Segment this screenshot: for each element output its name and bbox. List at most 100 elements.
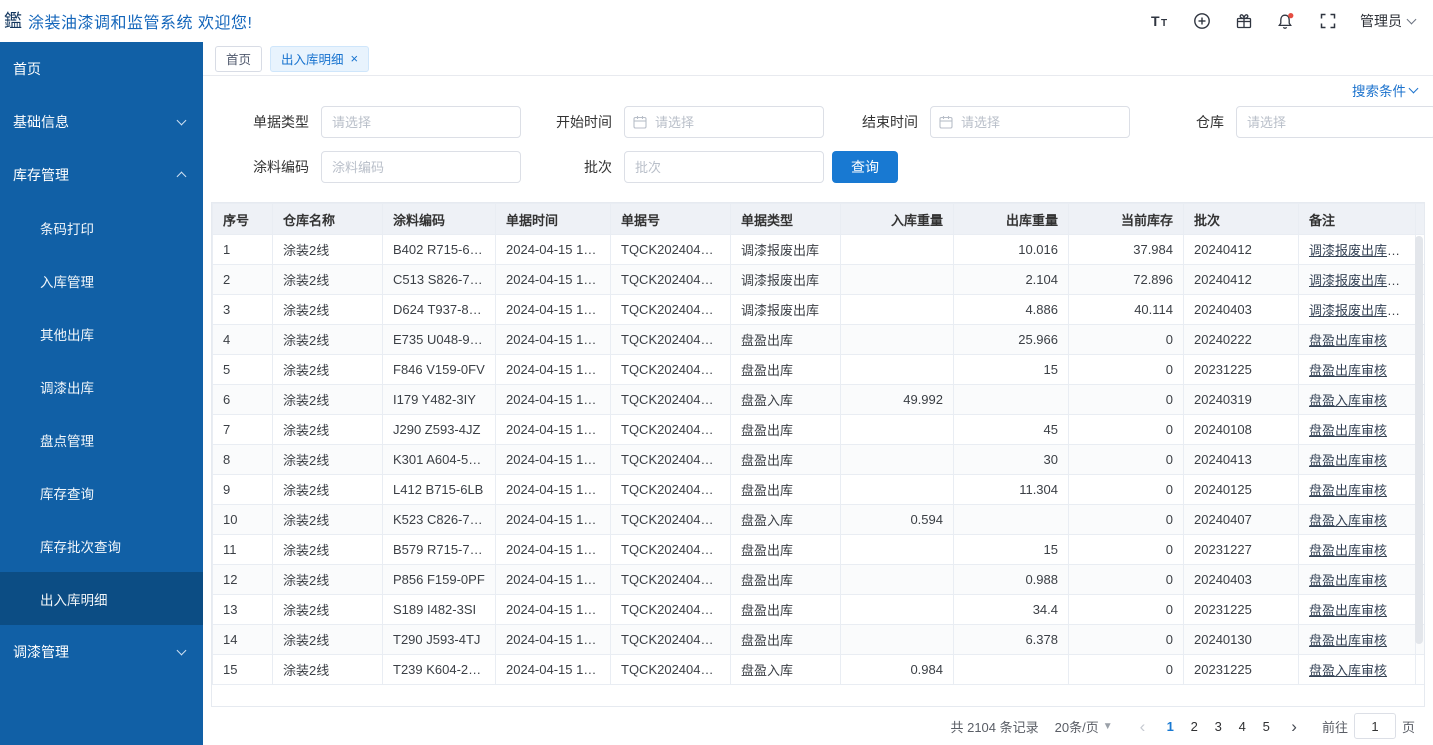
chevron-down-icon — [177, 115, 187, 125]
table-row: 12涂装2线P856 F159-0PF2024-04-15 14:...TQCK… — [213, 565, 1426, 595]
cell: 4.886 — [954, 295, 1069, 325]
cell: 10.016 — [954, 235, 1069, 265]
remark-link[interactable]: 盘盈入库审核 — [1309, 393, 1387, 408]
gift-icon[interactable] — [1234, 11, 1254, 31]
sidebar-item-调漆管理[interactable]: 调漆管理 — [0, 625, 203, 678]
batch-input[interactable] — [624, 151, 824, 183]
cell: 9 — [213, 475, 273, 505]
chevron-down-icon — [177, 645, 187, 655]
page-size-select[interactable]: 20条/页 ▼ — [1055, 717, 1113, 736]
remark-link[interactable]: 盘盈出库审核 — [1309, 333, 1387, 348]
vertical-scrollbar[interactable] — [1415, 236, 1423, 644]
cell: TQCK2024041.... — [611, 355, 731, 385]
cell: 2024-04-15 14:... — [496, 445, 611, 475]
sidebar-subitem-调漆出库[interactable]: 调漆出库 — [0, 360, 203, 413]
table-row: 11涂装2线B579 R715-7AQ2024-04-15 14:...TQCK… — [213, 535, 1426, 565]
pagination-bar: 共 2104 条记录 20条/页 ▼ ‹ 12345 › 前往 页 — [211, 707, 1425, 745]
tab-首页[interactable]: 首页 — [215, 46, 262, 72]
plus-circle-icon[interactable] — [1192, 11, 1212, 31]
cell: 盘盈入库审核 — [1299, 505, 1416, 535]
page-number-3[interactable]: 3 — [1206, 719, 1230, 734]
text-size-icon[interactable]: TT — [1150, 11, 1170, 31]
remark-link[interactable]: 盘盈出库审核 — [1309, 573, 1387, 588]
cell: K523 C826-7MA — [383, 505, 496, 535]
sidebar-subitem-出入库明细[interactable]: 出入库明细 — [0, 572, 203, 625]
remark-link[interactable]: 盘盈出库审核 — [1309, 363, 1387, 378]
sidebar-subitem-库存查询[interactable]: 库存查询 — [0, 466, 203, 519]
column-header-序号: 序号 — [213, 204, 273, 235]
remark-link[interactable]: 盘盈入库审核 — [1309, 663, 1387, 678]
field-document-type: 单据类型 — [233, 106, 521, 138]
paint-code-input[interactable] — [321, 151, 521, 183]
cell: 0 — [1069, 385, 1184, 415]
sidebar-item-库存管理[interactable]: 库存管理 — [0, 148, 203, 201]
remark-link[interactable]: 盘盈出库审核 — [1309, 633, 1387, 648]
tab-出入库明细[interactable]: 出入库明细× — [270, 46, 369, 72]
remark-link[interactable]: 调漆报废出库审核 — [1309, 303, 1413, 318]
close-icon[interactable]: × — [351, 52, 359, 65]
cell: 调漆报废出库审核 — [1299, 235, 1416, 265]
remark-link[interactable]: 盘盈出库审核 — [1309, 603, 1387, 618]
column-header-单据类型: 单据类型 — [731, 204, 841, 235]
end-time-input[interactable] — [930, 106, 1130, 138]
tab-label: 首页 — [226, 49, 251, 68]
page-number-2[interactable]: 2 — [1182, 719, 1206, 734]
remark-link[interactable]: 调漆报废出库审核 — [1309, 243, 1413, 258]
sidebar-subitem-入库管理[interactable]: 入库管理 — [0, 254, 203, 307]
remark-link[interactable]: 盘盈出库审核 — [1309, 543, 1387, 558]
total-records: 共 2104 条记录 — [950, 717, 1038, 736]
app-logo-icon: 鑑 — [4, 12, 22, 30]
cell: 2024-04-15 14:... — [496, 595, 611, 625]
table-row: 5涂装2线F846 V159-0FV2024-04-15 14:...TQCK2… — [213, 355, 1426, 385]
cell: 20240125 — [1184, 475, 1299, 505]
sidebar-subitem-其他出库[interactable]: 其他出库 — [0, 307, 203, 360]
cell — [841, 265, 954, 295]
cell: 盘盈出库审核 — [1299, 565, 1416, 595]
cell: 2024-04-15 14:... — [496, 565, 611, 595]
svg-text:T: T — [1161, 18, 1167, 29]
goto-page: 前往 页 — [1322, 713, 1415, 739]
prev-page-button[interactable]: ‹ — [1133, 718, 1153, 735]
page-number-5[interactable]: 5 — [1254, 719, 1278, 734]
page-number-4[interactable]: 4 — [1230, 719, 1254, 734]
chevron-up-icon — [177, 171, 187, 181]
goto-page-input[interactable] — [1354, 713, 1396, 739]
sidebar-item-label: 基础信息 — [13, 112, 69, 132]
data-table: 序号仓库名称涂料编码单据时间单据号单据类型入库重量出库重量当前库存批次备注 1涂… — [212, 203, 1425, 685]
query-button[interactable]: 查询 — [832, 151, 898, 183]
user-menu[interactable]: 管理员 — [1360, 11, 1415, 31]
remark-link[interactable]: 盘盈出库审核 — [1309, 483, 1387, 498]
table-row: 2涂装2线C513 S826-7CS2024-04-15 15:...TQCK2… — [213, 265, 1426, 295]
cell: 盘盈出库 — [731, 445, 841, 475]
bell-icon[interactable] — [1276, 11, 1296, 31]
table-row: 8涂装2线K301 A604-5KA2024-04-15 14:...TQCK2… — [213, 445, 1426, 475]
warehouse-input[interactable] — [1236, 106, 1433, 138]
next-page-button[interactable]: › — [1284, 718, 1304, 735]
goto-label: 前往 — [1322, 717, 1348, 736]
cell: 涂装2线 — [273, 565, 383, 595]
sidebar-subitem-库存批次查询[interactable]: 库存批次查询 — [0, 519, 203, 572]
start-time-input[interactable] — [624, 106, 824, 138]
column-header-单据号: 单据号 — [611, 204, 731, 235]
cell — [841, 235, 954, 265]
remark-link[interactable]: 调漆报废出库审核 — [1309, 273, 1413, 288]
search-conditions-toggle[interactable]: 搜索条件 — [1352, 80, 1417, 100]
page-number-1[interactable]: 1 — [1158, 719, 1182, 734]
remark-link[interactable]: 盘盈入库审核 — [1309, 513, 1387, 528]
cell: 盘盈入库 — [731, 505, 841, 535]
sidebar-item-首页[interactable]: 首页 — [0, 42, 203, 95]
sidebar-subitem-条码打印[interactable]: 条码打印 — [0, 201, 203, 254]
column-header-涂料编码: 涂料编码 — [383, 204, 496, 235]
remark-link[interactable]: 盘盈出库审核 — [1309, 423, 1387, 438]
fullscreen-icon[interactable] — [1318, 11, 1338, 31]
cell: TQCK2024041.... — [611, 415, 731, 445]
cell: 0 — [1069, 505, 1184, 535]
cell: 盘盈入库审核 — [1299, 655, 1416, 685]
cell: TQCK2024041.... — [611, 595, 731, 625]
document-type-input[interactable] — [321, 106, 521, 138]
sidebar-subitem-盘点管理[interactable]: 盘点管理 — [0, 413, 203, 466]
remark-link[interactable]: 盘盈出库审核 — [1309, 453, 1387, 468]
cell: 盘盈出库审核 — [1299, 415, 1416, 445]
sidebar-item-基础信息[interactable]: 基础信息 — [0, 95, 203, 148]
user-name: 管理员 — [1360, 11, 1402, 31]
